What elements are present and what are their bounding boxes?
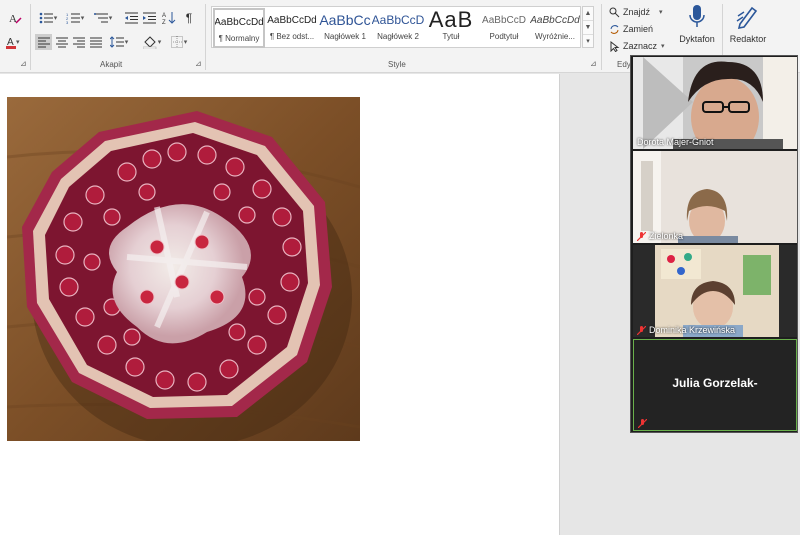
style-name: Wyróżnie... <box>535 32 575 41</box>
replace-label: Zamień <box>623 24 654 34</box>
participant-tile[interactable]: Zielonka <box>633 151 797 243</box>
style-preview: AaBbCcD <box>372 13 424 27</box>
styles-group-label: Style <box>388 60 406 69</box>
editor-button[interactable]: Redaktor <box>724 4 772 56</box>
style-name: Nagłówek 2 <box>377 32 419 41</box>
cursor-icon <box>610 40 620 52</box>
decrease-indent-icon[interactable] <box>123 10 139 26</box>
style-preview: AaBbCcDd <box>267 14 317 26</box>
style-preview: AaBbCcDd <box>214 16 264 28</box>
participant-video <box>633 151 797 243</box>
style-name: ¶ Normalny <box>218 34 260 43</box>
dictate-button[interactable]: Dyktafon <box>673 4 721 56</box>
pomegranate-image[interactable] <box>7 97 360 441</box>
select-label: Zaznacz <box>623 41 658 51</box>
participant-name-text: Dominika Krzewińska <box>649 325 736 335</box>
microphone-muted-icon <box>637 418 648 429</box>
svg-text:A: A <box>9 13 17 25</box>
sort-icon[interactable]: AZ <box>160 10 178 26</box>
chevron-down-icon: ▾ <box>659 9 663 16</box>
participant-video <box>633 245 797 337</box>
shading-icon[interactable]: ▾ <box>140 34 164 50</box>
borders-icon[interactable]: ▾ <box>167 34 191 50</box>
paragraph-group-label: Akapit <box>100 60 123 69</box>
participant-name: Zielonka <box>636 231 684 241</box>
svg-text:A: A <box>162 13 166 19</box>
group-separator <box>601 4 602 70</box>
participant-name: Dominika Krzewińska <box>636 325 736 335</box>
participant-video <box>633 57 797 149</box>
microphone-icon <box>689 5 705 27</box>
participant-tile-active[interactable]: Julia Gorzelak- <box>633 339 797 431</box>
participant-name: Dorota Majer-Gniot <box>637 137 714 147</box>
style-name: Podtytuł <box>489 32 519 41</box>
group-separator <box>30 4 31 70</box>
style-preview: AaB <box>428 8 474 32</box>
editing-group-label: Edy <box>617 60 631 69</box>
style-heading-2[interactable]: AaBbCcD Nagłówek 2 <box>372 8 424 48</box>
dialog-launcher-icon[interactable]: ⊿ <box>195 60 203 68</box>
svg-text:Z: Z <box>162 20 166 25</box>
gallery-scroll[interactable]: ▲ ▼ ▾ <box>582 6 594 48</box>
numbering-icon[interactable]: 1 2 3 ▾ <box>63 10 87 26</box>
pilcrow-icon[interactable]: ¶ <box>181 10 197 26</box>
participant-tile[interactable]: Dominika Krzewińska <box>633 245 797 337</box>
align-center-icon[interactable] <box>53 34 70 50</box>
dialog-launcher-icon[interactable]: ⊿ <box>20 60 28 68</box>
find-button[interactable]: Znajdź ▾ <box>609 5 663 19</box>
chevron-down-icon[interactable]: ▾ <box>16 38 20 46</box>
style-name: Nagłówek 1 <box>324 32 366 41</box>
increase-indent-icon[interactable] <box>141 10 157 26</box>
microphone-muted-icon <box>636 325 647 335</box>
participant-name-text: Dorota Majer-Gniot <box>637 137 714 147</box>
participant-tile[interactable]: Dorota Majer-Gniot <box>633 57 797 149</box>
editor-label: Redaktor <box>729 34 767 44</box>
svg-text:3: 3 <box>66 20 69 24</box>
participant-status <box>637 418 648 429</box>
multilevel-list-icon[interactable]: ▾ <box>91 10 115 26</box>
microphone-muted-icon <box>636 231 647 241</box>
style-subtitle[interactable]: AaBbCcD Podtytuł <box>478 8 530 48</box>
chevron-up-icon[interactable]: ▲ <box>583 7 593 21</box>
styles-gallery: AaBbCcDd ¶ Normalny AaBbCcDd ¶ Bez odst.… <box>211 6 581 48</box>
chevron-down-icon: ▾ <box>661 43 665 50</box>
video-call-panel: Dorota Majer-Gniot Zielonka Dominika Krz… <box>630 55 798 433</box>
align-right-icon[interactable] <box>70 34 87 50</box>
bullets-icon[interactable]: ▾ <box>36 10 60 26</box>
style-title[interactable]: AaB Tytuł <box>425 8 477 48</box>
dictate-label: Dyktafon <box>679 34 715 44</box>
clear-formatting-icon[interactable]: A <box>6 10 24 26</box>
more-icon[interactable]: ▾ <box>583 35 593 49</box>
style-normal[interactable]: AaBbCcDd ¶ Normalny <box>213 8 265 48</box>
dialog-launcher-icon[interactable]: ⊿ <box>590 60 598 68</box>
style-preview: AaBbCcDd <box>530 14 580 26</box>
find-label: Znajdź <box>623 7 651 17</box>
chevron-down-icon[interactable]: ▼ <box>583 21 593 35</box>
participant-name-large: Julia Gorzelak- <box>672 376 758 390</box>
align-left-icon[interactable] <box>35 34 52 50</box>
style-emphasis[interactable]: AaBbCcDd Wyróżnie... <box>530 8 580 48</box>
style-heading-1[interactable]: AaBbCc Nagłówek 1 <box>319 8 371 48</box>
style-preview: AaBbCcD <box>482 14 526 26</box>
replace-button[interactable]: Zamień <box>609 22 653 36</box>
justify-icon[interactable] <box>87 34 104 50</box>
line-spacing-icon[interactable]: ▾ <box>107 34 131 50</box>
group-separator <box>205 4 206 70</box>
style-no-spacing[interactable]: AaBbCcDd ¶ Bez odst... <box>266 8 318 48</box>
style-name: ¶ Bez odst... <box>269 32 315 41</box>
replace-icon <box>610 24 619 34</box>
participant-name-text: Zielonka <box>649 231 684 241</box>
style-name: Tytuł <box>442 32 460 41</box>
select-button[interactable]: Zaznacz ▾ <box>609 39 665 53</box>
editor-pen-icon <box>736 6 758 30</box>
style-preview: AaBbCc <box>319 12 371 28</box>
search-icon <box>609 7 620 17</box>
